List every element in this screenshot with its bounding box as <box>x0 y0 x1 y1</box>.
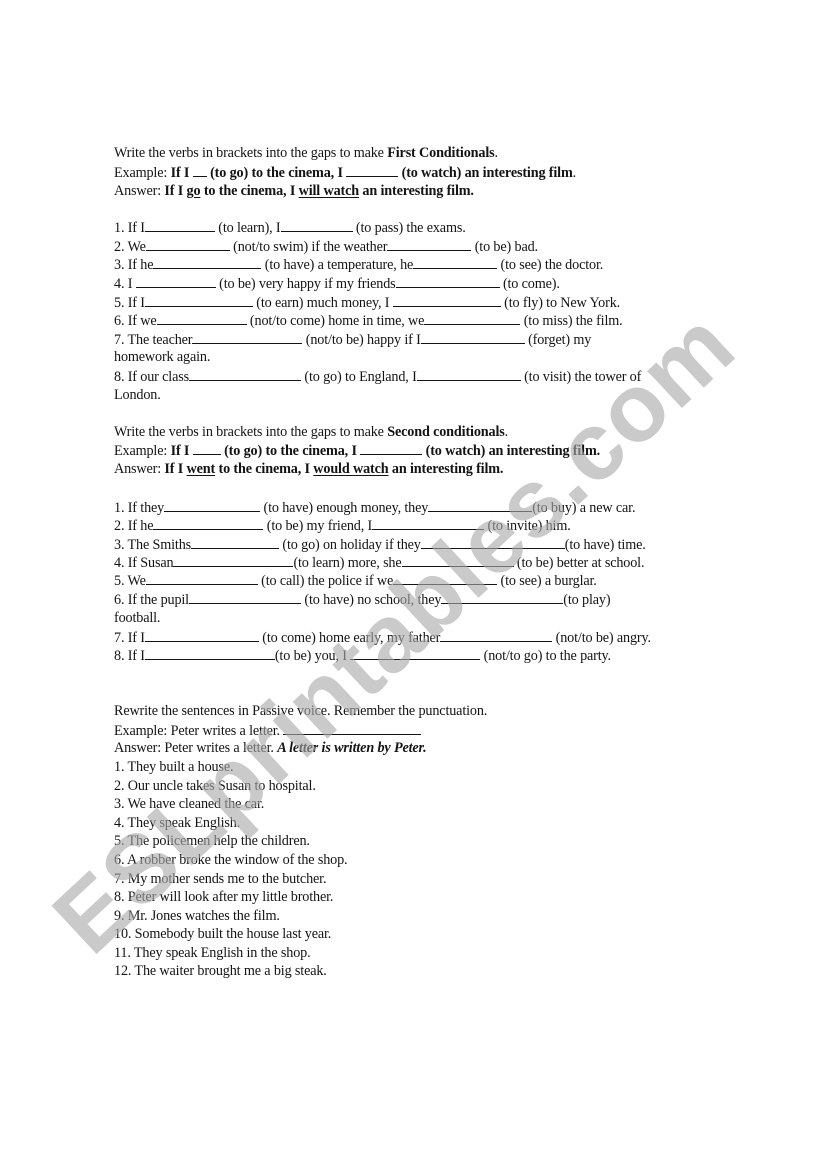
answer-gap[interactable] <box>395 274 500 288</box>
answer-gap[interactable] <box>173 553 294 567</box>
answer-gap[interactable] <box>393 571 498 585</box>
section3-example: Example: Peter writes a letter. <box>114 721 422 740</box>
answer-gap[interactable] <box>387 237 472 251</box>
answer-gap[interactable] <box>441 590 564 604</box>
section3-instruction: Rewrite the sentences in Passive voice. … <box>114 703 488 719</box>
answer-underlined: would watch <box>313 461 389 477</box>
answer-gap[interactable] <box>350 646 481 660</box>
answer-gap[interactable] <box>164 498 261 512</box>
example-gap[interactable] <box>192 163 207 177</box>
answer-gap[interactable] <box>144 293 253 307</box>
exercise-item: 4. I (to be) very happy if my friends (t… <box>114 274 560 292</box>
answer-gap[interactable] <box>153 516 264 530</box>
section1-example: Example: If I (to go) to the cinema, I (… <box>114 163 577 181</box>
exercise-item: 1. If they (to have) enough money, they(… <box>114 498 636 516</box>
exercise-item-continuation: football. <box>114 610 161 626</box>
answer-gap[interactable] <box>144 646 275 660</box>
passive-item: 5. The policemen help the children. <box>114 833 310 849</box>
passive-item: 7. My mother sends me to the butcher. <box>114 871 327 887</box>
answer-gap[interactable] <box>424 311 521 325</box>
answer-gap[interactable] <box>372 516 485 530</box>
worksheet-page: Write the verbs in brackets into the gap… <box>0 0 821 1169</box>
answer-gap[interactable] <box>145 571 258 585</box>
example-gap[interactable] <box>346 163 399 177</box>
answer-gap[interactable] <box>191 535 280 549</box>
answer-label: Answer: <box>114 740 165 756</box>
answer-gap[interactable] <box>144 218 215 232</box>
answer-gap[interactable] <box>153 255 262 269</box>
section2-instruction: Write the verbs in brackets into the gap… <box>114 424 509 440</box>
answer-gap[interactable] <box>192 330 303 344</box>
exercise-item: 7. The teacher (not/to be) happy if I (f… <box>114 330 592 348</box>
answer-gap[interactable] <box>188 590 301 604</box>
passive-item: 9. Mr. Jones watches the film. <box>114 908 280 924</box>
exercise-item: 8. If our class (to go) to England, I (t… <box>114 367 642 385</box>
exercise-item-continuation: London. <box>114 387 161 403</box>
answer-underlined: went <box>186 461 216 477</box>
answer-gap[interactable] <box>188 367 301 381</box>
answer-gap[interactable] <box>145 237 230 251</box>
exercise-item: 5. We (to call) the police if we (to see… <box>114 571 597 589</box>
answer-gap[interactable] <box>401 553 514 567</box>
exercise-item: 4. If Susan (to learn) more, she (to be) … <box>114 553 645 571</box>
passive-item: 12. The waiter brought me a big steak. <box>114 963 327 979</box>
passive-item: 1. They built a house. <box>114 759 234 775</box>
answer-underlined: go <box>186 183 201 199</box>
answer-gap[interactable] <box>416 367 521 381</box>
exercise-item: 5. If I (to earn) much money, I (to fly)… <box>114 293 621 311</box>
passive-item: 2. Our uncle takes Susan to hospital. <box>114 778 316 794</box>
answer-gap[interactable] <box>440 628 553 642</box>
answer-gap[interactable] <box>144 628 259 642</box>
example-label: Example: <box>114 443 171 459</box>
exercise-item-continuation: homework again. <box>114 349 211 365</box>
example-label: Example: <box>114 723 171 739</box>
section2-example: Example: If I (to go) to the cinema, I (… <box>114 441 601 459</box>
answer-label: Answer: <box>114 183 165 199</box>
exercise-item: 3. The Smiths (to go) on holiday if they… <box>114 535 646 553</box>
section3-answer: Answer: Peter writes a letter. A letter … <box>114 740 427 756</box>
answer-gap[interactable] <box>135 274 216 288</box>
passive-item: 8. Peter will look after my little broth… <box>114 889 334 905</box>
exercise-item: 8. If I (to be) you, I (not/to go) to the… <box>114 646 611 664</box>
answer-gap[interactable] <box>413 255 498 269</box>
answer-underlined: will watch <box>298 183 360 199</box>
example-gap[interactable] <box>360 441 423 455</box>
example-gap[interactable] <box>192 441 221 455</box>
example-gap[interactable] <box>283 721 422 735</box>
passive-item: 4. They speak English. <box>114 815 241 831</box>
answer-gap[interactable] <box>420 330 525 344</box>
answer-passive-sentence: A letter is written by Peter. <box>277 740 427 756</box>
passive-item: 3. We have cleaned the car. <box>114 796 265 812</box>
section1-answer: Answer: If I go to the cinema, I will wa… <box>114 183 474 199</box>
passive-item: 11. They speak English in the shop. <box>114 945 311 961</box>
exercise-item: 6. If we (not/to come) home in time, we … <box>114 311 623 329</box>
passive-item: 10. Somebody built the house last year. <box>114 926 332 942</box>
passive-item: 6. A robber broke the window of the shop… <box>114 852 348 868</box>
exercise-item: 1. If I (to learn), I (to pass) the exam… <box>114 218 466 236</box>
answer-label: Answer: <box>114 461 165 477</box>
answer-gap[interactable] <box>280 218 353 232</box>
exercise-item: 6. If the pupil (to have) no school, the… <box>114 590 611 608</box>
answer-gap[interactable] <box>420 535 565 549</box>
section1-instruction: Write the verbs in brackets into the gap… <box>114 145 498 161</box>
exercise-item: 3. If he (to have) a temperature, he (to… <box>114 255 604 273</box>
exercise-item: 2. We (not/to swim) if the weather (to b… <box>114 237 538 255</box>
section2-answer: Answer: If I went to the cinema, I would… <box>114 461 504 477</box>
exercise-item: 2. If he (to be) my friend, I (to invite… <box>114 516 571 534</box>
answer-gap[interactable] <box>156 311 247 325</box>
exercise-item: 7. If I (to come) home early, my father … <box>114 628 651 646</box>
example-label: Example: <box>114 165 171 181</box>
section2-title: Second conditionals <box>387 424 505 440</box>
answer-gap[interactable] <box>428 498 533 512</box>
section1-title: First Conditionals <box>387 145 495 161</box>
answer-gap[interactable] <box>392 293 501 307</box>
